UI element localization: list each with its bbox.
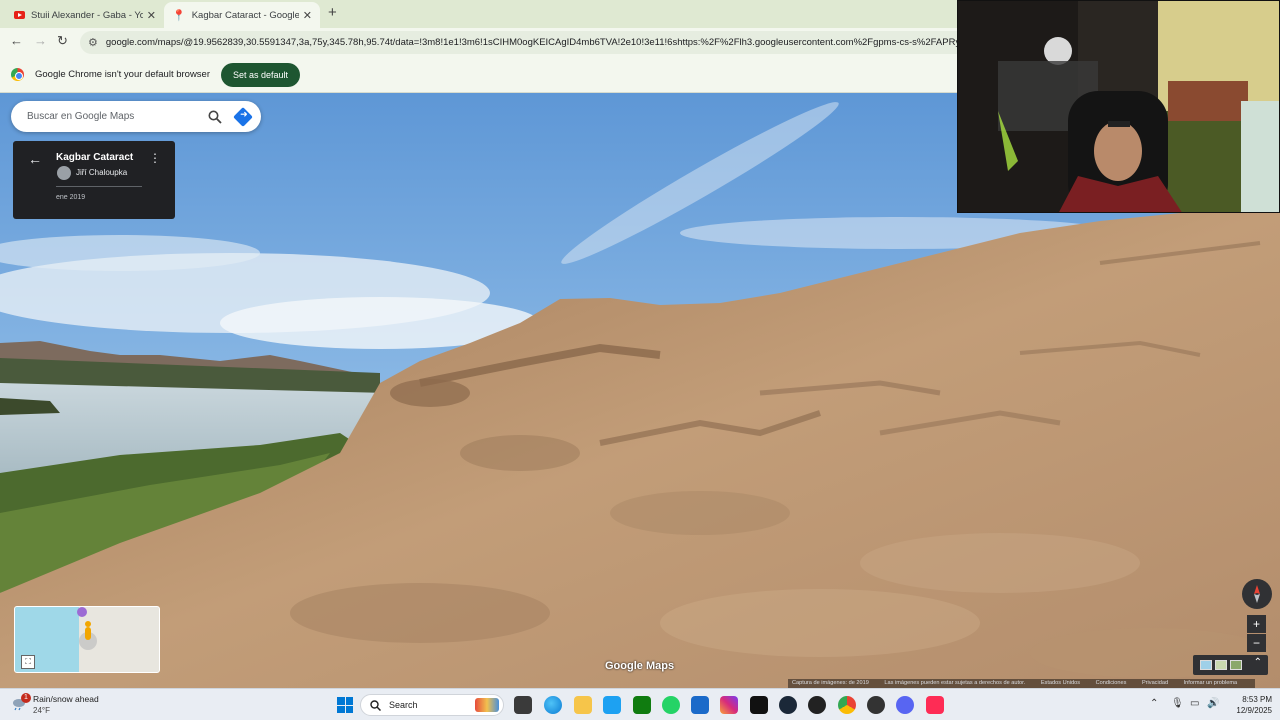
tiktok-icon[interactable] [750,696,768,714]
set-as-default-button[interactable]: Set as default [221,62,301,87]
back-icon[interactable]: ← [10,33,23,48]
volume-icon[interactable]: 🔊 [1207,698,1219,709]
tab-google-maps[interactable]: 📍 Kagbar Cataract - Google Maps ✕ [164,2,320,28]
clock-time: 8:53 PM [1242,695,1272,704]
tiktok-live-icon[interactable] [926,696,944,714]
search-icon[interactable] [208,110,222,124]
reload-icon[interactable]: ↻ [57,33,68,49]
twitter-icon[interactable] [603,696,621,714]
tab-label: Kagbar Cataract - Google Maps [191,9,299,21]
expand-icon[interactable]: ⛶ [21,655,35,669]
attribution-bar: Captura de imágenes: de 2019 Las imágene… [788,679,1256,688]
privacy-link[interactable]: Privacidad [1142,680,1168,686]
street-view-info-card: ← Kagbar Cataract ⋮ Jiří Chaloupka ene 2… [13,141,175,219]
webcam-overlay [957,0,1280,213]
windows-taskbar: 1 Rain/snow ahead 24°F Search ⌃ 🎙 ▭ 🔊 8:… [0,688,1280,720]
discord-icon[interactable] [896,696,914,714]
terms-link[interactable]: Condiciones [1096,680,1127,686]
zoom-out-button[interactable]: − [1247,634,1266,652]
tab-youtube[interactable]: Stuii Alexander - Gaba - YouTube ✕ [6,2,164,28]
microphone-icon[interactable]: 🎙 [1171,698,1184,709]
system-clock[interactable]: 8:53 PM 12/9/2025 [1224,694,1272,716]
start-button[interactable] [337,697,353,713]
file-explorer-icon[interactable] [514,696,532,714]
compass-icon[interactable] [1242,579,1272,609]
directions-icon[interactable] [233,106,253,127]
weather-alert-badge: 1 [21,693,31,703]
taskbar-search[interactable]: Search [360,694,504,716]
store-icon[interactable] [691,696,709,714]
search-icon [370,699,381,711]
back-arrow-icon[interactable]: ← [28,151,42,167]
search-highlight-icon [475,698,499,712]
divider [56,186,142,187]
forward-icon[interactable]: → [34,33,47,48]
more-options-icon[interactable]: ⋮ [149,151,161,165]
maps-search-box[interactable]: Buscar en Google Maps [11,101,261,132]
report-problem-link[interactable]: Informar un problema [1184,680,1237,686]
whatsapp-icon[interactable] [662,696,680,714]
copyright-notice: Las imágenes pueden estar sujetas a dere… [884,680,1026,686]
chrome-icon[interactable] [838,696,856,714]
app-icon[interactable] [867,696,885,714]
infobar-message: Google Chrome isn't your default browser [35,69,211,80]
zoom-in-button[interactable]: + [1247,615,1266,633]
search-input[interactable]: Buscar en Google Maps [27,111,208,122]
weather-temperature: 24°F [33,706,50,715]
place-title[interactable]: Kagbar Cataract [56,152,133,163]
display-icon[interactable]: ▭ [1190,698,1199,709]
url-text: google.com/maps/@19.9562839,30.5591347,3… [105,37,990,48]
chrome-icon [11,68,24,81]
pegman-icon [77,607,97,650]
edge-icon[interactable] [544,696,562,714]
instagram-icon[interactable] [720,696,738,714]
search-label: Search [389,700,418,710]
layers-button[interactable]: ⌃ [1193,655,1268,675]
webcam-feed [958,1,1279,212]
folder-icon[interactable] [574,696,592,714]
terrain-layer-icon [1215,660,1227,670]
clock-date: 12/9/2025 [1236,706,1272,715]
google-maps-logo: Google Maps [605,660,675,672]
chevron-up-icon: ⌃ [1253,657,1262,668]
site-info-icon[interactable]: ⚙ [88,36,98,49]
new-tab-button[interactable]: + [328,4,337,21]
mini-map[interactable]: ⛶ [14,606,160,673]
weather-forecast: Rain/snow ahead [33,694,99,704]
imagery-credit: Captura de imágenes: de 2019 [792,680,869,686]
close-icon[interactable]: ✕ [303,9,312,22]
compass-needle-icon [1254,585,1260,603]
map-layer-icon [1200,660,1212,670]
xbox-icon[interactable] [633,696,651,714]
steam-icon[interactable] [779,696,797,714]
region-link[interactable]: Estados Unidos [1041,680,1080,686]
obs-icon[interactable] [808,696,826,714]
tab-label: Stuii Alexander - Gaba - YouTube [31,9,143,21]
avatar[interactable] [57,166,71,180]
satellite-layer-icon [1230,660,1242,670]
google-maps-icon: 📍 [172,9,186,22]
youtube-icon [14,11,25,19]
close-icon[interactable]: ✕ [147,9,156,22]
photographer-name[interactable]: Jiří Chaloupka [76,168,127,177]
capture-date[interactable]: ene 2019 [56,194,85,201]
chevron-up-icon[interactable]: ⌃ [1150,698,1158,709]
